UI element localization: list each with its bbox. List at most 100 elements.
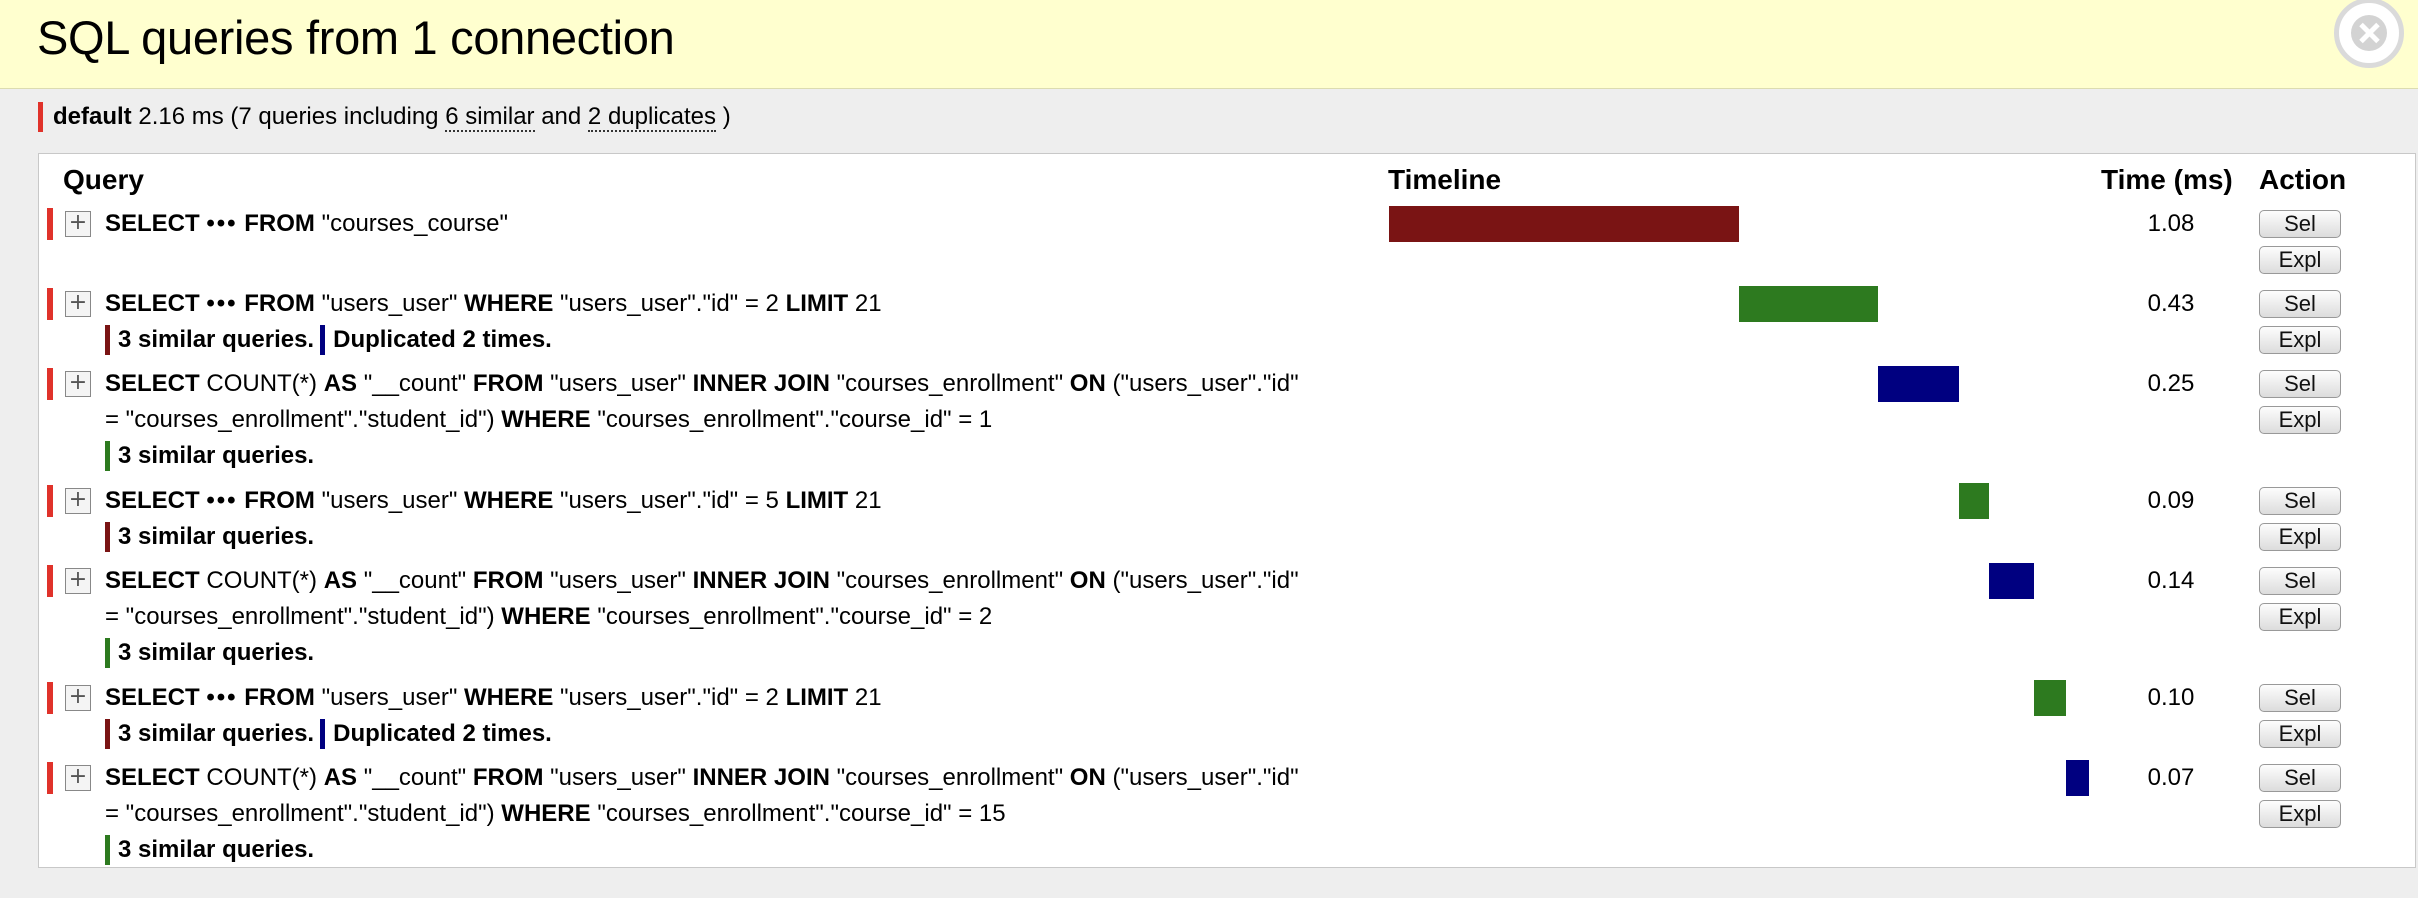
sql-keyword: WHERE bbox=[501, 603, 591, 630]
sql-keyword: SELECT bbox=[105, 290, 200, 317]
sql-keyword: LIMIT bbox=[785, 684, 849, 711]
column-header-time: Time (ms) bbox=[2101, 164, 2233, 195]
column-header-timeline: Timeline bbox=[1388, 164, 1502, 195]
sql-text: "users_user" bbox=[550, 370, 686, 397]
close-icon bbox=[2351, 15, 2387, 51]
sel-button[interactable]: Sel bbox=[2259, 567, 2341, 595]
sql-keyword: LIMIT bbox=[785, 487, 849, 514]
sql-text: = "courses_enrollment"."student_id") bbox=[105, 406, 495, 433]
sql-keyword: SELECT bbox=[105, 487, 200, 514]
timeline-bar bbox=[1959, 483, 1989, 519]
sql-text: "users_user" bbox=[550, 567, 686, 594]
query-notes: 3 similar queries. bbox=[105, 438, 1430, 474]
timeline-bar bbox=[1878, 366, 1960, 402]
expl-button[interactable]: Expl bbox=[2259, 800, 2341, 828]
sql-keyword: INNER JOIN bbox=[692, 764, 830, 791]
sql-keyword: SELECT bbox=[105, 684, 200, 711]
sql-text: "users_user" bbox=[321, 487, 458, 514]
sql-text: "users_user" bbox=[321, 290, 458, 317]
sql-keyword: LIMIT bbox=[785, 290, 849, 317]
sel-button[interactable]: Sel bbox=[2259, 684, 2341, 712]
sql-line: = "courses_enrollment"."student_id") WHE… bbox=[105, 402, 1430, 438]
timeline-bar bbox=[1389, 206, 1739, 242]
query-time: 1.08 bbox=[2147, 210, 2195, 237]
sql-ellipsis-toggle[interactable]: ••• bbox=[206, 684, 237, 711]
sql-keyword: WHERE bbox=[464, 684, 554, 711]
sql-text: = "courses_enrollment"."student_id") bbox=[105, 603, 495, 630]
expand-icon[interactable]: + bbox=[65, 291, 91, 317]
similar-queries-note: 3 similar queries. bbox=[105, 719, 314, 749]
expand-icon[interactable]: + bbox=[65, 371, 91, 397]
summary-prefix: (7 queries including bbox=[230, 103, 439, 130]
sql-keyword: INNER JOIN bbox=[692, 370, 830, 397]
expand-icon[interactable]: + bbox=[65, 765, 91, 791]
expl-button[interactable]: Expl bbox=[2259, 326, 2341, 354]
query-sql: SELECT COUNT(*) AS "__count" FROM "users… bbox=[105, 563, 1430, 671]
connection-time: 2.16 ms bbox=[138, 103, 224, 130]
sql-line: SELECT ••• FROM "courses_course" bbox=[105, 206, 1430, 242]
sql-line: SELECT COUNT(*) AS "__count" FROM "users… bbox=[105, 760, 1430, 796]
expl-button[interactable]: Expl bbox=[2259, 246, 2341, 274]
similar-queries-note: 3 similar queries. bbox=[105, 325, 314, 355]
sql-line: SELECT ••• FROM "users_user" WHERE "user… bbox=[105, 680, 1430, 716]
sql-keyword: WHERE bbox=[501, 406, 591, 433]
close-button[interactable] bbox=[2334, 0, 2404, 68]
sql-keyword: AS bbox=[323, 370, 358, 397]
sql-text: 21 bbox=[854, 684, 882, 711]
sql-keyword: WHERE bbox=[501, 800, 591, 827]
sql-line: SELECT ••• FROM "users_user" WHERE "user… bbox=[105, 286, 1430, 322]
similar-count-link[interactable]: 6 similar bbox=[445, 103, 535, 132]
expand-icon[interactable]: + bbox=[65, 488, 91, 514]
connection-alias: default bbox=[53, 103, 132, 130]
sql-keyword: FROM bbox=[244, 684, 315, 711]
expl-button[interactable]: Expl bbox=[2259, 406, 2341, 434]
sql-ellipsis-toggle[interactable]: ••• bbox=[206, 487, 237, 514]
sql-text: "users_user" bbox=[321, 684, 458, 711]
sql-text: COUNT(*) bbox=[206, 764, 318, 791]
sql-keyword: ON bbox=[1069, 370, 1106, 397]
sql-keyword: SELECT bbox=[105, 210, 200, 237]
sel-button[interactable]: Sel bbox=[2259, 210, 2341, 238]
duplicate-queries-note: Duplicated 2 times. bbox=[320, 325, 552, 355]
timeline-bar bbox=[2033, 680, 2067, 716]
similar-queries-note: 3 similar queries. bbox=[105, 638, 314, 668]
sql-ellipsis-toggle[interactable]: ••• bbox=[206, 290, 237, 317]
query-time: 0.09 bbox=[2147, 487, 2195, 514]
sql-text: "users_user"."id" = 2 bbox=[560, 290, 779, 317]
expl-button[interactable]: Expl bbox=[2259, 720, 2341, 748]
expl-button[interactable]: Expl bbox=[2259, 603, 2341, 631]
sql-text: "courses_course" bbox=[321, 210, 509, 237]
expl-button[interactable]: Expl bbox=[2259, 523, 2341, 551]
sql-text: "courses_enrollment" bbox=[836, 370, 1064, 397]
column-header-action: Action bbox=[2259, 164, 2347, 195]
sql-keyword: FROM bbox=[472, 764, 544, 791]
toolbar-panel-header: SQL queries from 1 connection bbox=[0, 0, 2418, 89]
similar-queries-note: 3 similar queries. bbox=[105, 522, 314, 552]
sql-text: "__count" bbox=[363, 764, 467, 791]
sql-keyword: FROM bbox=[244, 487, 315, 514]
sql-line: = "courses_enrollment"."student_id") WHE… bbox=[105, 796, 1430, 832]
query-sql: SELECT ••• FROM "courses_course" bbox=[105, 206, 1430, 242]
sql-keyword: FROM bbox=[244, 210, 315, 237]
timeline-bar bbox=[2066, 760, 2089, 796]
sel-button[interactable]: Sel bbox=[2259, 290, 2341, 318]
query-time: 0.43 bbox=[2147, 290, 2195, 317]
expand-icon[interactable]: + bbox=[65, 685, 91, 711]
connection-summary: default 2.16 ms (7 queries including 6 s… bbox=[38, 102, 731, 132]
sel-button[interactable]: Sel bbox=[2259, 370, 2341, 398]
query-notes: 3 similar queries. bbox=[105, 635, 1430, 671]
expand-icon[interactable]: + bbox=[65, 211, 91, 237]
sql-text: "courses_enrollment"."course_id" = 1 bbox=[597, 406, 993, 433]
query-time: 0.10 bbox=[2147, 684, 2195, 711]
query-notes: 3 similar queries. Duplicated 2 times. bbox=[105, 716, 1430, 752]
sql-keyword: ON bbox=[1069, 764, 1106, 791]
duplicates-count-link[interactable]: 2 duplicates bbox=[587, 103, 717, 132]
sel-button[interactable]: Sel bbox=[2259, 764, 2341, 792]
expand-icon[interactable]: + bbox=[65, 568, 91, 594]
query-sql: SELECT COUNT(*) AS "__count" FROM "users… bbox=[105, 366, 1430, 474]
query-marker bbox=[47, 762, 53, 794]
sql-text: "courses_enrollment" bbox=[836, 764, 1064, 791]
sql-ellipsis-toggle[interactable]: ••• bbox=[206, 210, 237, 237]
query-sql: SELECT COUNT(*) AS "__count" FROM "users… bbox=[105, 760, 1430, 868]
sel-button[interactable]: Sel bbox=[2259, 487, 2341, 515]
